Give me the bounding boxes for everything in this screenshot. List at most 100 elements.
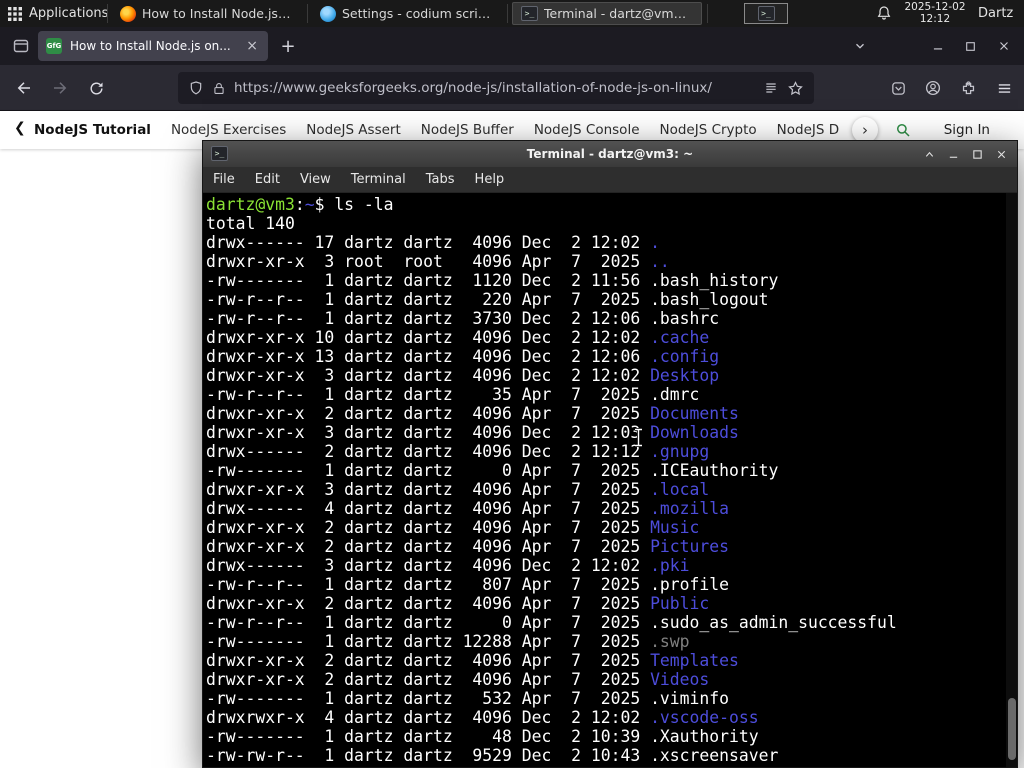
terminal-line: drwx------ 2 dartz dartz 4096 Dec 2 12:1… bbox=[206, 442, 710, 461]
workspace-switcher[interactable]: >_ bbox=[744, 3, 788, 24]
back-button[interactable] bbox=[10, 74, 38, 102]
directory-name: .mozilla bbox=[650, 499, 730, 518]
terminal-line: -rw------- 1 dartz dartz 48 Dec 2 10:39 … bbox=[206, 727, 759, 746]
desktop-panel: Applications How to Install Node.js o...… bbox=[0, 0, 1024, 27]
window-maximize-icon bbox=[965, 41, 975, 51]
shield-icon bbox=[190, 81, 202, 95]
window-close-icon bbox=[1000, 42, 1008, 50]
applications-label: Applications bbox=[29, 6, 109, 21]
scrollbar-thumb[interactable] bbox=[1008, 698, 1016, 760]
terminal-window: >_ Terminal - dartz@vm3: ~ File Edit Vie… bbox=[202, 140, 1018, 768]
browser-tab[interactable]: GfG How to Install Node.js on... × bbox=[38, 31, 268, 61]
window-maximize-button[interactable] bbox=[956, 32, 984, 60]
menu-view[interactable]: View bbox=[290, 172, 341, 187]
nav-item-exercises[interactable]: NodeJS Exercises bbox=[171, 122, 286, 138]
terminal-title-bar[interactable]: >_ Terminal - dartz@vm3: ~ bbox=[203, 141, 1017, 167]
directory-name: Videos bbox=[650, 670, 710, 689]
clock-time: 12:12 bbox=[919, 12, 951, 25]
terminal-line: drwx------ 4 dartz dartz 4096 Apr 7 2025… bbox=[206, 499, 730, 518]
nav-item-console[interactable]: NodeJS Console bbox=[534, 122, 640, 138]
pocket-icon bbox=[891, 81, 905, 95]
url-bar[interactable]: https://www.geeksforgeeks.org/node-js/in… bbox=[178, 72, 814, 104]
account-button[interactable] bbox=[919, 74, 947, 102]
chevron-down-icon bbox=[856, 43, 864, 49]
menu-terminal[interactable]: Terminal bbox=[341, 172, 416, 187]
taskbar-item-terminal[interactable]: >_ Terminal - dartz@vm3: ~ bbox=[512, 2, 702, 25]
hamburger-menu-icon bbox=[998, 83, 1010, 93]
firefox-icon bbox=[120, 5, 136, 22]
terminal-line: drwxrwxr-x 4 dartz dartz 4096 Dec 2 12:0… bbox=[206, 708, 759, 727]
applications-menu-button[interactable]: Applications bbox=[0, 0, 120, 27]
taskbar-item-browser[interactable]: How to Install Node.js o... bbox=[112, 2, 302, 25]
notification-button[interactable] bbox=[876, 5, 892, 21]
panel-clock[interactable]: 2025-12-02 12:12 bbox=[904, 1, 966, 25]
tab-close-icon[interactable]: × bbox=[244, 37, 260, 55]
nav-item-dns[interactable]: NodeJS DNS bbox=[777, 122, 840, 138]
menu-button[interactable] bbox=[990, 74, 1018, 102]
directory-name: Downloads bbox=[650, 423, 739, 442]
terminal-line: -rw-r--r-- 1 dartz dartz 3730 Dec 2 12:0… bbox=[206, 309, 720, 328]
nav-scroll-left-icon[interactable]: ❮ bbox=[14, 120, 26, 136]
file-name: .bash_history bbox=[650, 271, 779, 290]
directory-name: .local bbox=[650, 480, 710, 499]
terminal-line: -rw-r--r-- 1 dartz dartz 0 Apr 7 2025 .s… bbox=[206, 613, 897, 632]
panel-username: Dartz bbox=[978, 6, 1014, 21]
terminal-close-button[interactable] bbox=[989, 142, 1013, 166]
reload-button[interactable] bbox=[82, 74, 110, 102]
file-name: .bashrc bbox=[650, 309, 720, 328]
pocket-button[interactable] bbox=[884, 74, 912, 102]
menu-file[interactable]: File bbox=[203, 172, 245, 187]
new-tab-button[interactable]: + bbox=[276, 34, 300, 58]
panel-separator bbox=[307, 4, 308, 23]
nav-item-assert[interactable]: NodeJS Assert bbox=[306, 122, 401, 138]
directory-name: Templates bbox=[650, 651, 739, 670]
window-close-button[interactable] bbox=[990, 32, 1018, 60]
terminal-line: drwxr-xr-x 10 dartz dartz 4096 Dec 2 12:… bbox=[206, 328, 710, 347]
browser-toolbar: https://www.geeksforgeeks.org/node-js/in… bbox=[0, 65, 1024, 111]
terminal-maximize-button[interactable] bbox=[965, 142, 989, 166]
nav-item-crypto[interactable]: NodeJS Crypto bbox=[660, 122, 757, 138]
terminal-line: drwxr-xr-x 2 dartz dartz 4096 Apr 7 2025… bbox=[206, 651, 739, 670]
file-name: .sudo_as_admin_successful bbox=[650, 613, 897, 632]
prompt-path: ~ bbox=[304, 195, 315, 214]
terminal-shade-button[interactable] bbox=[917, 142, 941, 166]
forward-icon bbox=[54, 82, 67, 94]
file-name: .dmrc bbox=[650, 385, 700, 404]
directory-name: .. bbox=[650, 252, 670, 271]
forward-button[interactable] bbox=[46, 74, 74, 102]
applications-grid-icon bbox=[8, 6, 22, 21]
firefox-view-button[interactable] bbox=[8, 33, 34, 59]
menu-edit[interactable]: Edit bbox=[245, 172, 290, 187]
directory-name: Music bbox=[650, 518, 700, 537]
menu-help[interactable]: Help bbox=[465, 172, 515, 187]
terminal-output[interactable]: dartz@vm3:~$ ls -la total 140 drwx------… bbox=[203, 193, 1017, 767]
file-name: .profile bbox=[650, 575, 730, 594]
taskbar-label: Settings - codium script... bbox=[342, 6, 494, 21]
bell-icon bbox=[877, 6, 891, 20]
terminal-line: drwxr-xr-x 2 dartz dartz 4096 Apr 7 2025… bbox=[206, 594, 710, 613]
terminal-minimize-button[interactable] bbox=[941, 142, 965, 166]
extensions-button[interactable] bbox=[954, 74, 982, 102]
tab-list-button[interactable] bbox=[846, 32, 874, 60]
nav-item-buffer[interactable]: NodeJS Buffer bbox=[421, 122, 514, 138]
directory-name: Pictures bbox=[650, 537, 730, 556]
window-minimize-button[interactable] bbox=[924, 32, 952, 60]
terminal-line: drwx------ 17 dartz dartz 4096 Dec 2 12:… bbox=[206, 233, 660, 252]
bookmark-star-icon[interactable] bbox=[787, 80, 804, 97]
reader-view-icon[interactable] bbox=[763, 80, 779, 96]
sign-in-button[interactable]: Sign In bbox=[944, 122, 990, 138]
lock-icon bbox=[214, 82, 224, 94]
file-name: .ICEauthority bbox=[650, 461, 779, 480]
terminal-line: drwxr-xr-x 3 root root 4096 Apr 7 2025 .… bbox=[206, 252, 670, 271]
menu-tabs[interactable]: Tabs bbox=[416, 172, 465, 187]
browser-tab-bar: GfG How to Install Node.js on... × + bbox=[0, 27, 1024, 65]
terminal-minimize-icon bbox=[949, 156, 957, 158]
taskbar-item-codium[interactable]: Settings - codium script... bbox=[312, 2, 502, 25]
terminal-line: drwxr-xr-x 2 dartz dartz 4096 Apr 7 2025… bbox=[206, 537, 730, 556]
prompt-separator: : bbox=[294, 195, 305, 214]
terminal-scrollbar[interactable] bbox=[1006, 193, 1017, 767]
terminal-line: drwxr-xr-x 3 dartz dartz 4096 Dec 2 12:0… bbox=[206, 423, 739, 442]
command-text: ls -la bbox=[334, 195, 394, 214]
nav-item-tutorial[interactable]: NodeJS Tutorial bbox=[34, 122, 151, 138]
search-button[interactable] bbox=[894, 121, 912, 139]
